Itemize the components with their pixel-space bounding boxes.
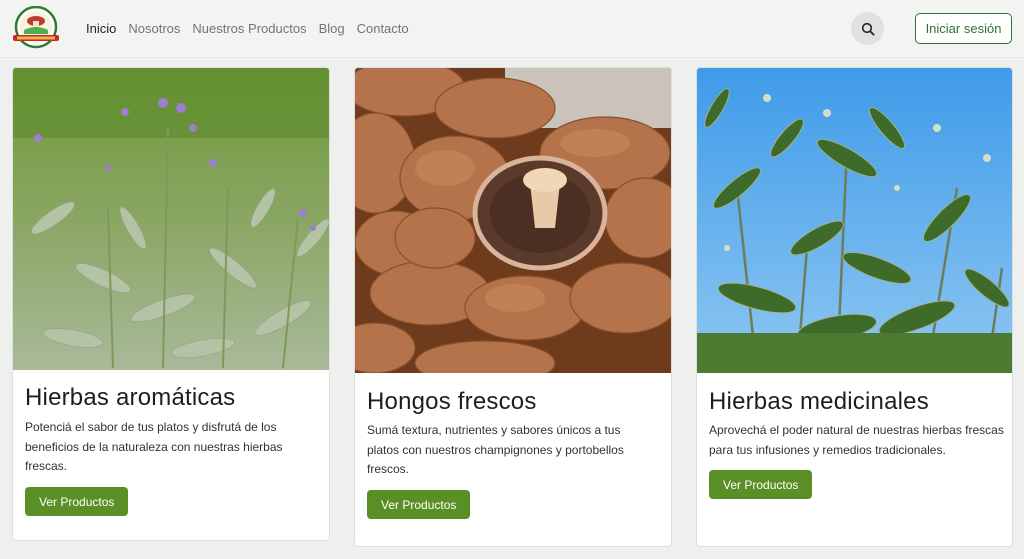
ver-productos-button[interactable]: Ver Productos xyxy=(367,490,471,519)
card-description: Potenciá el sabor de tus platos y disfru… xyxy=(25,420,283,473)
card-description: Sumá textura, nutrientes y sabores único… xyxy=(367,423,624,476)
search-button[interactable] xyxy=(851,12,884,45)
navbar: Inicio Nosotros Nuestros Productos Blog … xyxy=(0,0,1024,58)
search-icon xyxy=(861,22,875,36)
card-image-sage xyxy=(13,68,329,370)
ver-productos-button[interactable]: Ver Productos xyxy=(25,487,129,516)
nav-link-nosotros[interactable]: Nosotros xyxy=(128,21,180,37)
product-card-aromaticas: Hierbas aromáticas Potenciá el sabor de … xyxy=(12,67,330,541)
card-image-mushrooms xyxy=(355,68,671,373)
product-card-medicinales: Hierbas medicinales Aprovechá el poder n… xyxy=(696,67,1013,547)
nav-link-blog[interactable]: Blog xyxy=(319,21,345,37)
login-button[interactable]: Iniciar sesión xyxy=(915,13,1012,44)
card-title: Hierbas medicinales xyxy=(709,388,929,415)
nav-link-productos[interactable]: Nuestros Productos xyxy=(192,21,306,37)
card-title: Hierbas aromáticas xyxy=(25,384,236,411)
nav-link-inicio[interactable]: Inicio xyxy=(86,21,116,37)
card-description: Aprovechá el poder natural de nuestras h… xyxy=(709,423,1004,457)
ver-productos-button[interactable]: Ver Productos xyxy=(709,470,813,499)
product-card-hongos: Hongos frescos Sumá textura, nutrientes … xyxy=(354,67,672,547)
nav-link-contacto[interactable]: Contacto xyxy=(357,21,409,37)
main-nav: Inicio Nosotros Nuestros Productos Blog … xyxy=(86,21,421,37)
card-image-medicinal-plant xyxy=(697,68,1012,373)
card-title: Hongos frescos xyxy=(367,388,537,415)
brand-logo[interactable] xyxy=(11,5,61,50)
